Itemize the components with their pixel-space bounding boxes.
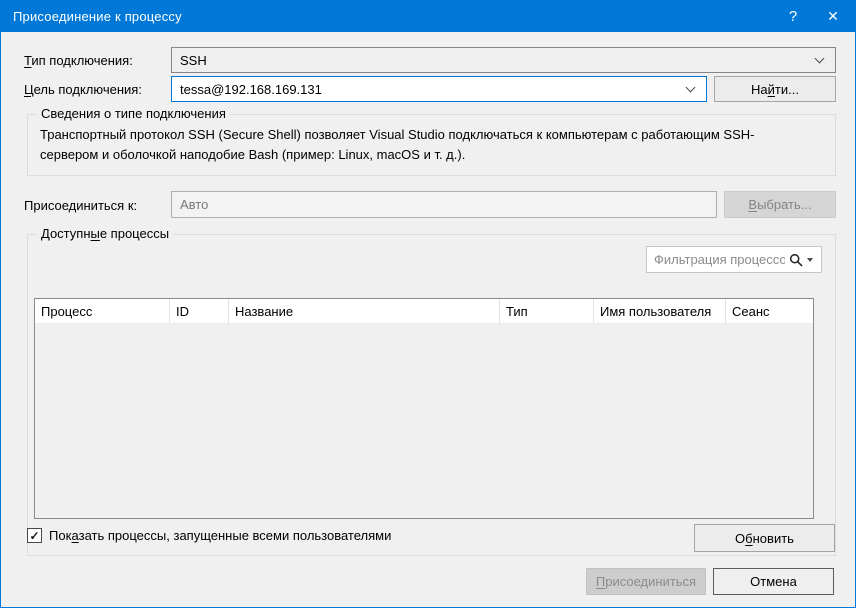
chevron-down-icon: [815, 54, 825, 64]
help-button[interactable]: ?: [773, 1, 813, 32]
dialog-title: Присоединение к процессу: [13, 9, 182, 24]
connection-type-value: SSH: [180, 53, 816, 68]
process-table-header: Процесс ID Название Тип Имя пользователя…: [35, 299, 813, 324]
chevron-down-icon[interactable]: [686, 83, 696, 93]
connection-info-groupbox: Сведения о типе подключения Транспортный…: [27, 114, 836, 176]
search-button[interactable]: [785, 247, 821, 272]
connection-type-label: Тип подключения:: [24, 53, 133, 68]
find-button[interactable]: Найти...: [714, 76, 836, 102]
connection-info-text: Транспортный протокол SSH (Secure Shell)…: [40, 125, 810, 165]
column-header-type[interactable]: Тип: [500, 299, 594, 323]
connection-type-dropdown[interactable]: SSH: [171, 47, 836, 73]
attach-to-label: Присоединиться к:: [24, 198, 137, 213]
column-header-id[interactable]: ID: [170, 299, 229, 323]
attach-to-value: Авто: [180, 197, 208, 212]
column-header-user-name[interactable]: Имя пользователя: [594, 299, 726, 323]
search-icon: [789, 253, 803, 267]
process-filter-box: [646, 246, 822, 273]
process-table-body: [35, 324, 813, 518]
title-bar: Присоединение к процессу ? ✕: [1, 1, 855, 32]
close-icon: ✕: [827, 8, 839, 25]
show-all-users-checkbox[interactable]: ✓ Показать процессы, запущенные всеми по…: [27, 528, 391, 543]
select-button: Выбрать...: [724, 191, 836, 218]
help-icon: ?: [789, 8, 797, 25]
process-table: Процесс ID Название Тип Имя пользователя…: [34, 298, 814, 519]
attach-to-process-dialog: Присоединение к процессу ? ✕ Тип подключ…: [0, 0, 856, 608]
connection-target-input[interactable]: [180, 82, 687, 97]
attach-button: Присоединиться: [586, 568, 706, 595]
checkmark-icon: ✓: [29, 529, 39, 543]
refresh-button[interactable]: Обновить: [694, 524, 835, 552]
process-filter-input[interactable]: [654, 252, 785, 267]
connection-info-title: Сведения о типе подключения: [37, 106, 230, 121]
connection-target-label: Цель подключения:: [24, 82, 142, 97]
filter-options-chevron-icon: [807, 258, 813, 262]
cancel-button[interactable]: Отмена: [713, 568, 834, 595]
column-header-name[interactable]: Название: [229, 299, 500, 323]
attach-to-field: Авто: [171, 191, 717, 218]
processes-groupbox-title: Доступные процессы: [37, 226, 173, 241]
column-header-process[interactable]: Процесс: [35, 299, 170, 323]
close-button[interactable]: ✕: [813, 1, 853, 32]
column-header-session[interactable]: Сеанс: [726, 299, 813, 323]
connection-target-combobox: [171, 76, 707, 102]
show-all-users-label: Показать процессы, запущенные всеми поль…: [49, 528, 391, 543]
checkbox[interactable]: ✓: [27, 528, 42, 543]
